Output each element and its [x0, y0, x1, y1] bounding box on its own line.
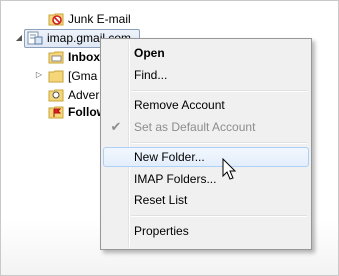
menu-item-label: Reset List: [134, 193, 188, 207]
menu-item-label: Find...: [134, 68, 168, 82]
mail-account-icon: [27, 31, 43, 45]
inbox-icon: [48, 50, 64, 64]
menu-item-properties[interactable]: Properties: [103, 221, 309, 241]
menu-separator: [131, 215, 307, 217]
menu-item-label: Set as Default Account: [134, 120, 256, 134]
menu-item-label: Open: [134, 46, 165, 60]
menu-item-set-default: ✔ Set as Default Account: [103, 117, 309, 137]
context-menu: Open Find... Remove Account ✔ Set as Def…: [100, 38, 312, 250]
menu-item-reset-list[interactable]: Reset List: [103, 190, 309, 210]
expand-closed-icon[interactable]: ▷: [34, 70, 44, 80]
tree-item-label: Adver: [68, 88, 100, 102]
check-icon: ✔: [110, 119, 122, 134]
flag-folder-icon: [48, 105, 64, 119]
search-folder-icon: [48, 88, 64, 102]
junk-folder-icon: [48, 12, 64, 26]
menu-item-remove-account[interactable]: Remove Account: [103, 95, 309, 115]
menu-separator: [131, 90, 307, 92]
mouse-cursor-icon: [222, 157, 238, 182]
menu-item-new-folder[interactable]: New Folder...: [103, 147, 309, 167]
folder-icon: [48, 69, 64, 83]
tree-item-label: Junk E-mail: [68, 12, 131, 26]
menu-item-label: Properties: [134, 224, 189, 238]
menu-item-find[interactable]: Find...: [103, 65, 309, 85]
menu-item-label: New Folder...: [134, 150, 205, 164]
expand-open-icon[interactable]: ◢: [14, 33, 24, 43]
tree-item-label: [Gma: [68, 69, 98, 83]
menu-item-label: IMAP Folders...: [134, 172, 217, 186]
menu-item-open[interactable]: Open: [103, 43, 309, 63]
menu-separator: [131, 142, 307, 144]
menu-item-imap-folders[interactable]: IMAP Folders...: [103, 169, 309, 189]
tree-item-label: Inbox: [68, 50, 100, 64]
menu-item-label: Remove Account: [134, 98, 225, 112]
